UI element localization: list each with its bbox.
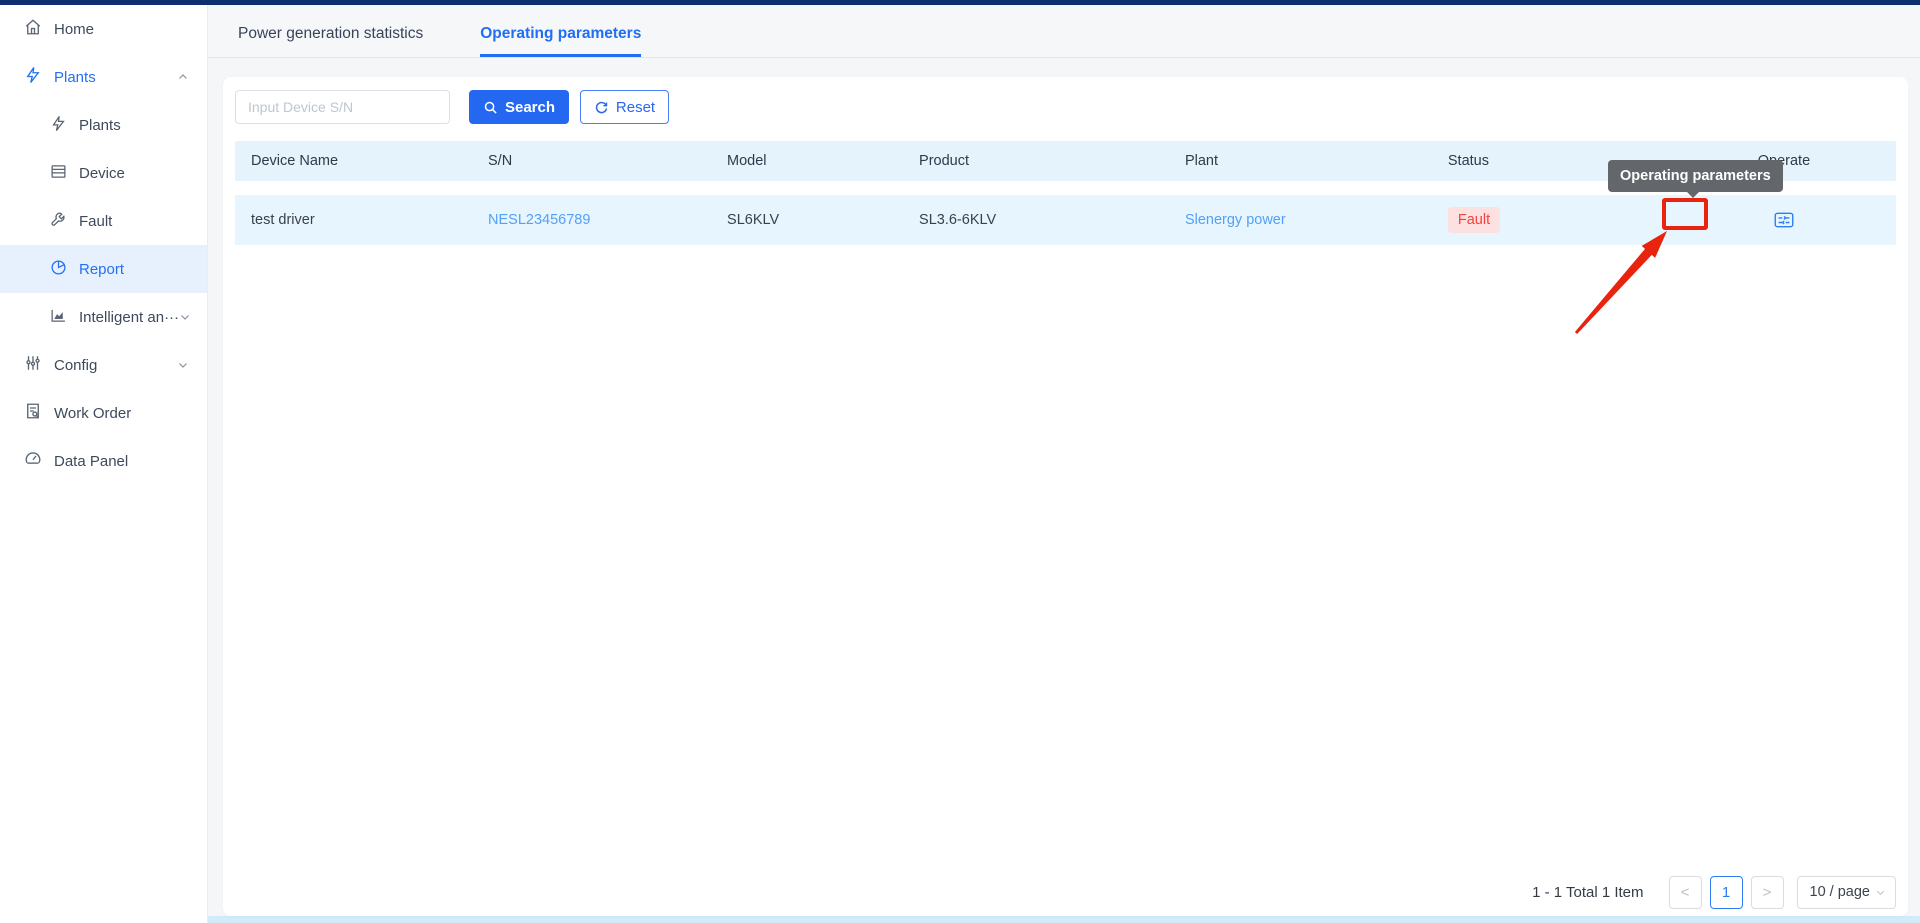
tooltip-text: Operating parameters: [1620, 168, 1771, 184]
cell-model: SL6KLV: [711, 212, 903, 228]
tab-bar: Power generation statistics Operating pa…: [208, 5, 1920, 58]
parameters-icon: [1774, 212, 1794, 228]
reset-icon: [594, 100, 609, 115]
page-size-value: 10 / page: [1810, 884, 1870, 900]
table-row: test driver NESL23456789 SL6KLV SL3.6-6K…: [235, 195, 1896, 245]
pagination-summary: 1 - 1 Total 1 Item: [1532, 884, 1643, 901]
col-model: Model: [711, 153, 903, 169]
sidebar-item-work-order[interactable]: Work Order: [0, 389, 207, 437]
wrench-icon: [50, 211, 67, 232]
device-table: Device Name S/N Model Product Plant Stat…: [235, 141, 1896, 245]
tab-label: Power generation statistics: [238, 25, 423, 43]
content-card: Search Reset Device Name S/N Model Produ…: [223, 77, 1908, 916]
home-icon: [24, 18, 42, 40]
tab-label: Operating parameters: [480, 25, 641, 43]
col-device-name: Device Name: [235, 153, 472, 169]
operating-parameters-button[interactable]: [1770, 208, 1798, 232]
search-button-label: Search: [505, 99, 555, 116]
sidebar-item-label: Config: [54, 357, 97, 374]
sidebar-item-label: Fault: [79, 213, 112, 230]
sidebar-item-label: Intelligent an···: [79, 309, 179, 326]
col-sn: S/N: [472, 153, 711, 169]
sidebar-item-plants-group[interactable]: Plants: [0, 53, 207, 101]
status-badge: Fault: [1448, 207, 1500, 233]
prev-page-button[interactable]: <: [1669, 876, 1702, 909]
sidebar: Home Plants Plants Device: [0, 5, 208, 923]
tab-operating-parameters[interactable]: Operating parameters: [480, 5, 641, 57]
sliders-icon: [24, 354, 42, 376]
sidebar-item-plants[interactable]: Plants: [0, 101, 207, 149]
document-search-icon: [24, 402, 42, 424]
sidebar-item-label: Work Order: [54, 405, 131, 422]
sidebar-item-report[interactable]: Report: [0, 245, 207, 293]
bottom-strip: [208, 916, 1920, 923]
area-chart-icon: [50, 307, 67, 328]
bolt-icon: [24, 66, 42, 88]
device-list-icon: [50, 163, 67, 184]
pie-chart-icon: [50, 259, 67, 280]
sidebar-item-data-panel[interactable]: Data Panel: [0, 437, 207, 485]
next-page-button[interactable]: >: [1751, 876, 1784, 909]
search-icon: [483, 100, 498, 115]
cell-device-name: test driver: [235, 212, 472, 228]
cell-product: SL3.6-6KLV: [903, 212, 1169, 228]
operating-parameters-tooltip: Operating parameters: [1608, 160, 1783, 192]
gauge-icon: [24, 450, 42, 472]
bolt-icon: [50, 115, 67, 136]
reset-button-label: Reset: [616, 99, 655, 116]
pagination: 1 - 1 Total 1 Item < 1 > 10 / page: [1532, 875, 1896, 909]
search-toolbar: Search Reset: [235, 90, 1896, 124]
page-number: 1: [1722, 884, 1730, 901]
main-content: Power generation statistics Operating pa…: [208, 5, 1920, 923]
cell-sn-link[interactable]: NESL23456789: [472, 212, 711, 228]
reset-button[interactable]: Reset: [580, 90, 669, 124]
sidebar-item-fault[interactable]: Fault: [0, 197, 207, 245]
next-icon: >: [1763, 884, 1772, 901]
prev-icon: <: [1681, 884, 1690, 901]
sidebar-item-home[interactable]: Home: [0, 5, 207, 53]
tooltip-caret: [1686, 191, 1700, 198]
tab-power-generation-statistics[interactable]: Power generation statistics: [238, 5, 423, 57]
device-sn-input[interactable]: [235, 90, 450, 124]
sidebar-item-intelligent-analysis[interactable]: Intelligent an···: [0, 293, 207, 341]
annotation-highlight-box: [1662, 198, 1708, 230]
sidebar-item-config[interactable]: Config: [0, 341, 207, 389]
sidebar-item-device[interactable]: Device: [0, 149, 207, 197]
search-button[interactable]: Search: [469, 90, 569, 124]
sidebar-item-label: Plants: [54, 69, 96, 86]
chevron-down-icon: [1875, 887, 1886, 898]
chevron-down-icon: [179, 311, 191, 323]
sidebar-item-label: Plants: [79, 117, 121, 134]
cell-plant-link[interactable]: Slenergy power: [1169, 212, 1432, 228]
cell-status: Fault: [1432, 207, 1672, 233]
sidebar-item-label: Home: [54, 21, 94, 38]
chevron-down-icon: [177, 359, 189, 371]
col-plant: Plant: [1169, 153, 1432, 169]
sidebar-item-label: Data Panel: [54, 453, 128, 470]
app-root: Home Plants Plants Device: [0, 0, 1920, 923]
sidebar-item-label: Device: [79, 165, 125, 182]
page-1-button[interactable]: 1: [1710, 876, 1743, 909]
sidebar-item-label: Report: [79, 261, 124, 278]
page-size-select[interactable]: 10 / page: [1797, 876, 1896, 909]
window-top-strip: [0, 0, 1920, 5]
chevron-up-icon: [177, 71, 189, 83]
col-product: Product: [903, 153, 1169, 169]
